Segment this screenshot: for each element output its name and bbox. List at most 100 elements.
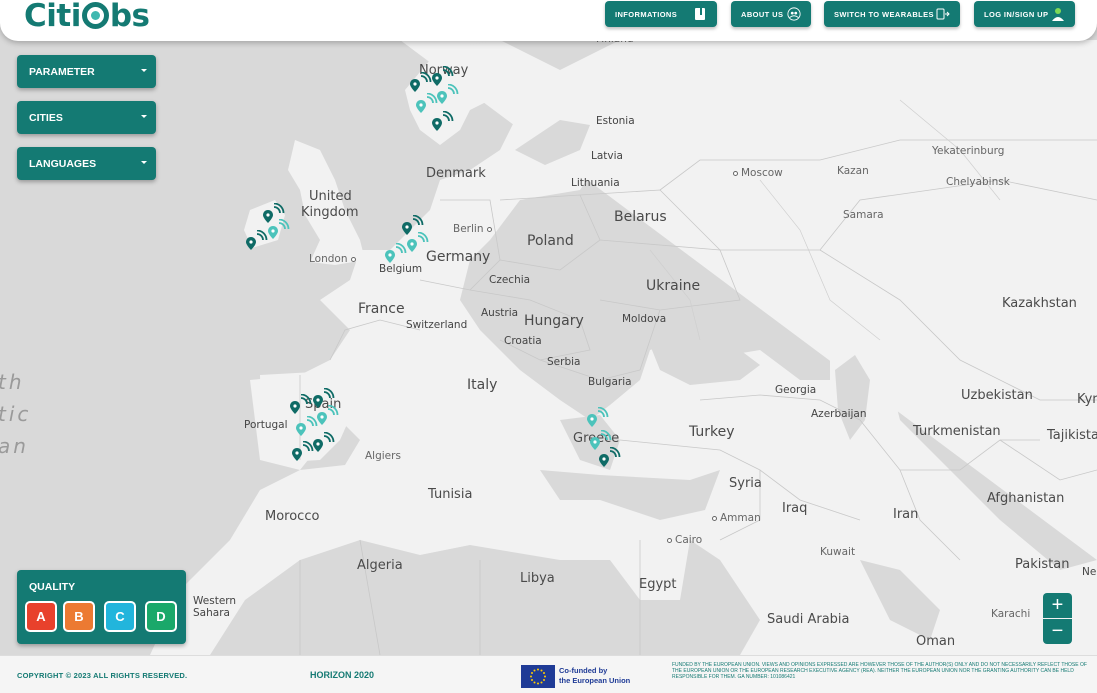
map[interactable]: Finland Norway Estonia Latvia Lithuania … <box>0 0 1097 655</box>
map-label-western: Western <box>193 595 237 607</box>
map-label-poland: Poland <box>527 233 574 249</box>
wearable-switch-icon <box>936 7 950 21</box>
quality-c-button[interactable]: C <box>104 601 136 632</box>
map-label-cairo: Cairo <box>667 535 702 546</box>
chevron-down-icon <box>141 115 147 118</box>
map-label-bulgaria: Bulgaria <box>588 376 632 388</box>
station-marker[interactable] <box>245 230 271 252</box>
map-label-hungary: Hungary <box>524 313 584 329</box>
login-signup-button[interactable]: LOG IN/SIGN UP <box>974 1 1075 27</box>
station-marker[interactable] <box>312 432 338 454</box>
map-label-amman: Amman <box>712 513 761 524</box>
map-label-london: London <box>309 254 359 265</box>
map-label-sea-line1: th <box>0 370 25 394</box>
cities-dropdown[interactable]: CITIES <box>17 101 156 134</box>
parameter-dropdown-label: PARAMETER <box>29 65 95 78</box>
map-label-sea-line3: an <box>0 434 29 458</box>
map-label-berlin: Berlin <box>453 224 495 235</box>
citiobs-logo[interactable]: Citi bs <box>24 0 150 34</box>
map-label-azerbaijan: Azerbaijan <box>811 408 867 420</box>
about-us-button[interactable]: ABOUT US <box>731 1 811 27</box>
book-icon <box>693 7 707 21</box>
map-label-morocco: Morocco <box>265 509 320 524</box>
map-label-sahara: Sahara <box>193 607 230 619</box>
copyright-text: COPYRIGHT © 2023 ALL RIGHTS RESERVED. <box>17 671 188 680</box>
map-label-sea-line2: tic <box>0 402 32 426</box>
map-label-georgia: Georgia <box>775 384 817 396</box>
map-label-tajikistan: Tajikista <box>1047 428 1097 443</box>
zoom-in-button[interactable]: + <box>1043 593 1072 618</box>
chevron-down-icon <box>141 69 147 72</box>
sensor-pin-icon <box>587 407 609 427</box>
user-icon <box>1051 7 1065 21</box>
map-label-ukraine: Ukraine <box>646 278 701 294</box>
map-label-syria: Syria <box>729 476 762 491</box>
map-label-kuwait: Kuwait <box>820 546 856 558</box>
logo-o-icon <box>81 2 109 29</box>
sensor-pin-icon <box>432 111 454 131</box>
map-label-uzbekistan: Uzbekistan <box>961 388 1033 403</box>
map-label-iran: Iran <box>893 507 919 522</box>
station-marker[interactable] <box>586 407 612 429</box>
footer: COPYRIGHT © 2023 ALL RIGHTS RESERVED. HO… <box>0 655 1097 693</box>
map-label-moldova: Moldova <box>622 313 667 325</box>
map-label-iraq: Iraq <box>782 501 808 516</box>
about-us-label: ABOUT US <box>741 9 784 19</box>
map-label-yekaterinburg: Yekaterinburg <box>932 145 1005 157</box>
map-label-latvia: Latvia <box>591 150 623 162</box>
station-marker[interactable] <box>598 447 624 469</box>
horizon-2020-text: HORIZON 2020 <box>310 670 375 680</box>
languages-dropdown[interactable]: LANGUAGES <box>17 147 156 180</box>
map-label-samara: Samara <box>843 209 884 221</box>
map-label-algeria: Algeria <box>357 558 403 573</box>
station-marker[interactable] <box>436 84 462 106</box>
map-label-saudi-arabia: Saudi Arabia <box>767 612 850 627</box>
sensor-pin-icon <box>599 447 621 467</box>
cofunded-line2: the European Union <box>559 676 631 685</box>
map-label-uk-line1: United <box>309 189 352 204</box>
map-label-estonia: Estonia <box>596 115 635 127</box>
map-label-afghanistan: Afghanistan <box>987 491 1065 506</box>
station-marker[interactable] <box>431 111 457 133</box>
map-label-egypt: Egypt <box>639 577 677 592</box>
quality-d-button[interactable]: D <box>145 601 177 632</box>
switch-to-wearables-button[interactable]: SWITCH TO WEARABLES <box>824 1 960 27</box>
map-label-nepal: Ne <box>1082 566 1097 578</box>
sensor-pin-icon <box>313 432 335 452</box>
parameter-dropdown[interactable]: PARAMETER <box>17 55 156 88</box>
map-label-chelyabinsk: Chelyabinsk <box>946 176 1010 188</box>
sensor-pin-icon <box>246 230 268 250</box>
map-label-uk-line2: Kingdom <box>301 205 359 220</box>
map-label-kazakhstan: Kazakhstan <box>1002 296 1077 311</box>
map-label-libya: Libya <box>520 571 555 586</box>
informations-button[interactable]: INFORMATIONS <box>605 1 717 27</box>
eu-flag-icon <box>521 665 555 688</box>
cofunded-text: Co-funded by the European Union <box>559 666 630 686</box>
zoom-out-button[interactable]: − <box>1043 619 1072 644</box>
map-label-switzerland: Switzerland <box>406 319 468 331</box>
map-label-turkey: Turkey <box>689 424 735 440</box>
languages-dropdown-label: LANGUAGES <box>29 157 97 170</box>
map-label-czechia: Czechia <box>489 274 531 286</box>
map-label-denmark: Denmark <box>426 166 486 181</box>
map-label-oman: Oman <box>916 634 956 649</box>
map-label-italy: Italy <box>467 377 498 393</box>
quality-a-button[interactable]: A <box>25 601 57 632</box>
chevron-down-icon <box>141 161 147 164</box>
map-label-tunisia: Tunisia <box>428 487 473 502</box>
station-marker[interactable] <box>384 243 410 265</box>
login-signup-label: LOG IN/SIGN UP <box>984 9 1049 19</box>
map-label-kyrgyzstan: Kyr <box>1077 392 1097 407</box>
map-label-croatia: Croatia <box>504 335 542 347</box>
team-icon <box>787 7 801 21</box>
quality-b-button[interactable]: B <box>63 601 95 632</box>
cities-dropdown-label: CITIES <box>29 111 63 124</box>
map-label-belgium: Belgium <box>379 263 423 275</box>
informations-label: INFORMATIONS <box>615 9 678 19</box>
map-label-portugal: Portugal <box>244 419 288 431</box>
top-header: Citi bs INFORMATIONS ABOUT US SWITCH TO W… <box>0 0 1097 41</box>
map-label-austria: Austria <box>481 307 519 319</box>
map-label-lithuania: Lithuania <box>571 177 620 189</box>
map-label-algiers: Algiers <box>365 450 401 462</box>
map-label-moscow: Moscow <box>733 168 783 179</box>
